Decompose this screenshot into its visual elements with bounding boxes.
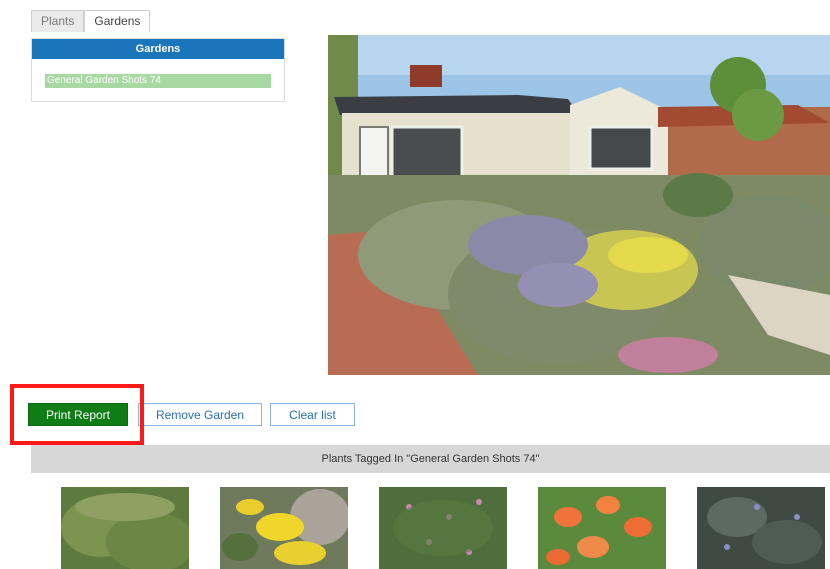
plant-thumbnail[interactable] [538, 487, 666, 569]
plants-tagged-header: Plants Tagged In "General Garden Shots 7… [31, 445, 830, 473]
view-tabs: Plants Gardens [31, 10, 151, 32]
garden-list-item[interactable]: General Garden Shots 74 [45, 74, 271, 88]
garden-photo [328, 35, 830, 375]
plant-thumbnail[interactable] [61, 487, 189, 569]
plant-thumbnail[interactable] [379, 487, 507, 569]
clear-list-button[interactable]: Clear list [270, 403, 355, 426]
tab-plants[interactable]: Plants [31, 10, 85, 32]
plant-thumbnails [0, 487, 830, 569]
gardens-panel-header: Gardens [32, 39, 284, 59]
tab-gardens[interactable]: Gardens [84, 10, 151, 32]
remove-garden-button[interactable]: Remove Garden [138, 403, 262, 426]
plant-thumbnail[interactable] [697, 487, 825, 569]
gardens-panel: Gardens General Garden Shots 74 [31, 38, 285, 102]
print-report-button[interactable]: Print Report [28, 403, 128, 426]
plant-thumbnail[interactable] [220, 487, 348, 569]
